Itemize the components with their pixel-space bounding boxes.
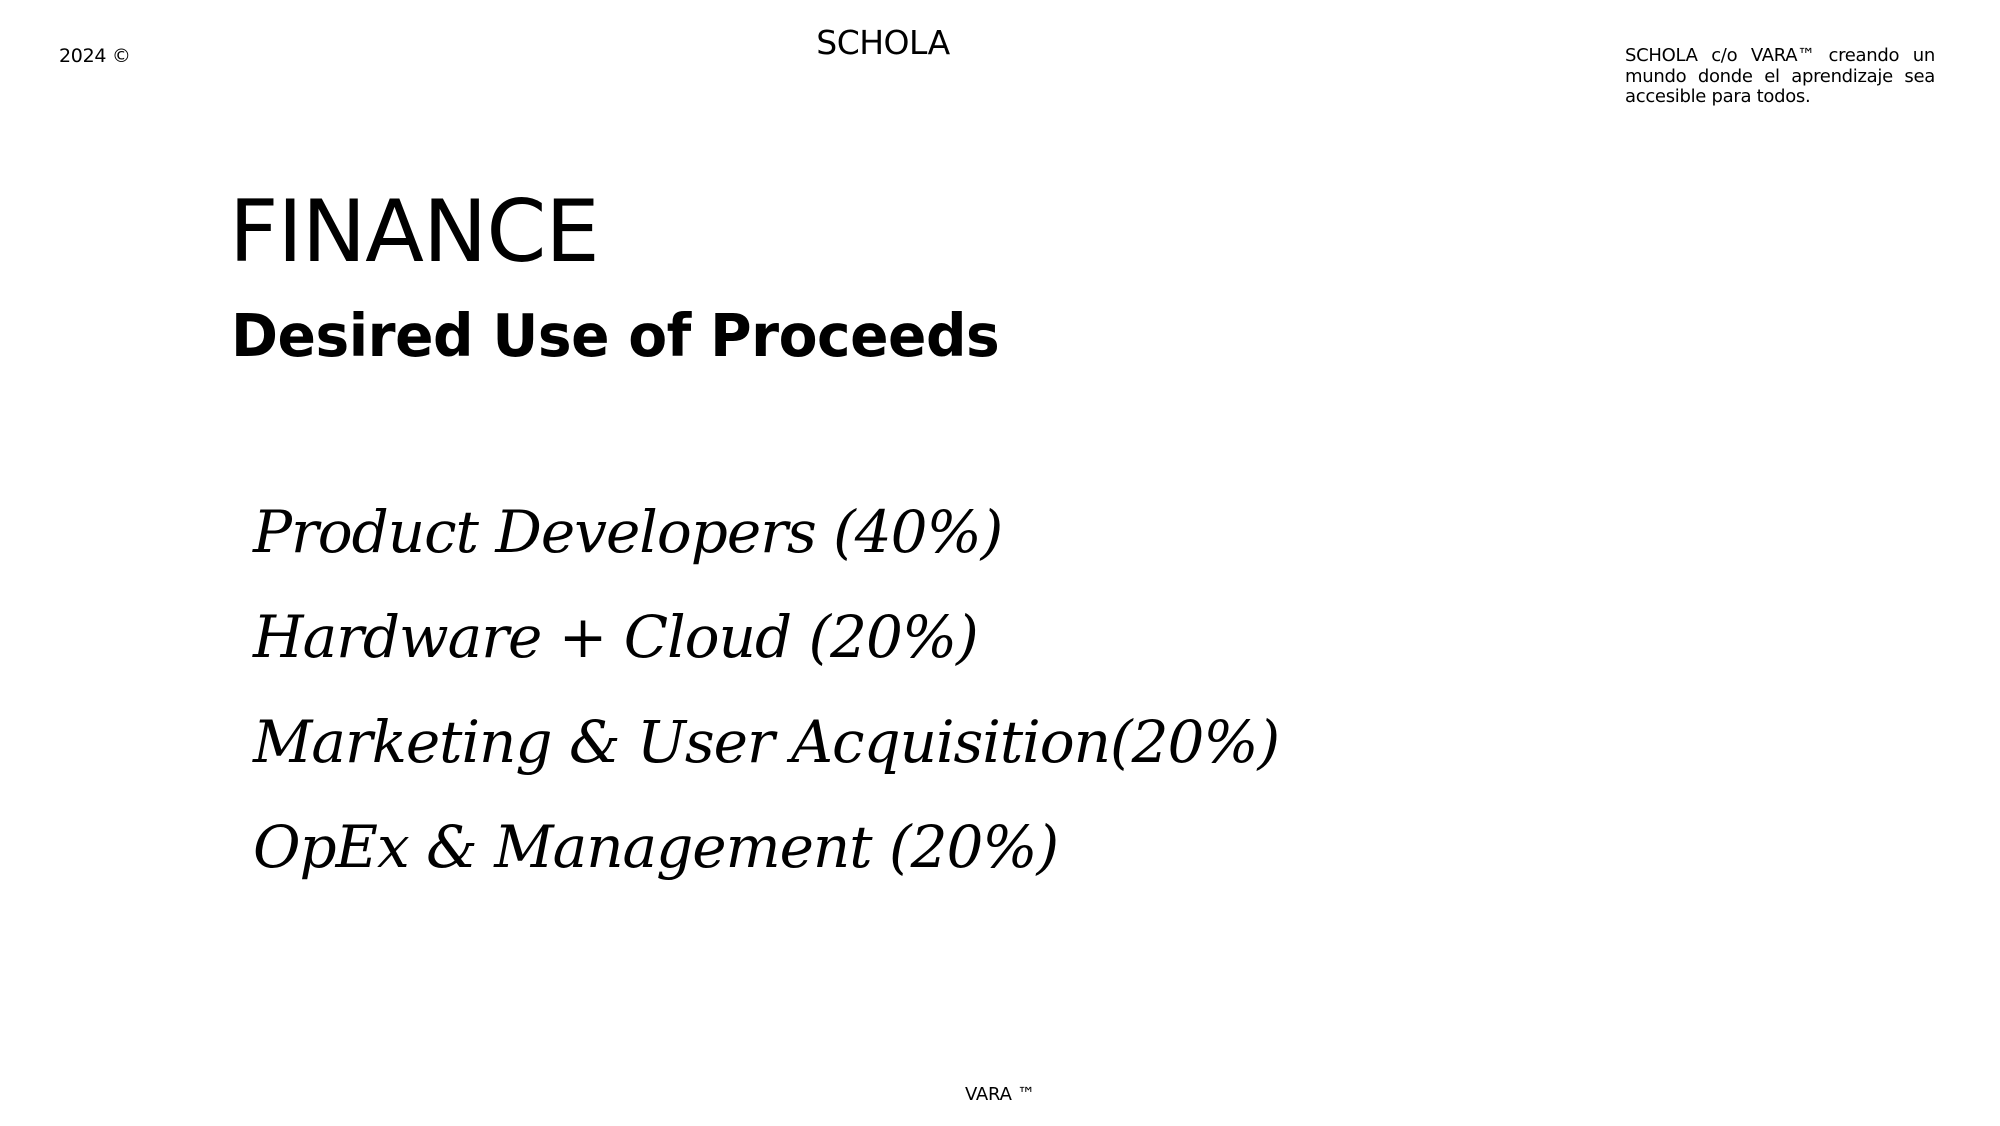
footer-brand: VARA ™ bbox=[964, 1084, 1036, 1105]
slide-title: FINANCE bbox=[229, 182, 600, 282]
use-of-proceeds-list: Product Developers (40%) Hardware + Clou… bbox=[253, 480, 1280, 900]
list-item: OpEx & Management (20%) bbox=[253, 813, 1059, 881]
tagline: SCHOLA c/o VARA™ creando un mundo donde … bbox=[1625, 45, 1935, 107]
brand-title: SCHOLA bbox=[816, 23, 950, 62]
list-item: Product Developers (40%) bbox=[253, 498, 1003, 566]
slide-subtitle: Desired Use of Proceeds bbox=[231, 301, 1000, 370]
list-item: Marketing & User Acquisition(20%) bbox=[253, 708, 1280, 776]
list-item: Hardware + Cloud (20%) bbox=[253, 603, 979, 671]
